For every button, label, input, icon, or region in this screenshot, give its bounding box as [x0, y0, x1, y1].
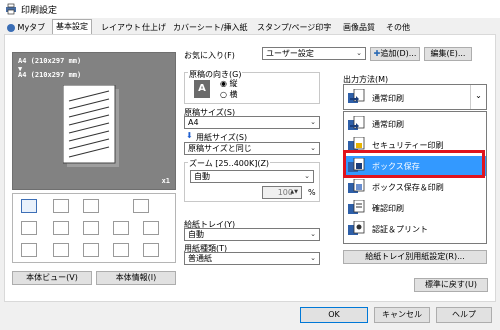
help-button[interactable]: ヘルプ — [436, 307, 492, 323]
dropdown-item-label: 認証＆プリント — [372, 225, 428, 234]
proof-print-icon — [348, 200, 365, 214]
dropdown-item-auth-print[interactable]: 認証＆プリント — [344, 219, 486, 239]
finisher-icon[interactable] — [21, 243, 37, 257]
tab-basic[interactable]: 基本設定 — [52, 19, 92, 35]
device-info-button[interactable]: 本体情報(I) — [96, 271, 176, 285]
tray2-icon[interactable] — [53, 221, 69, 235]
tab-label: 基本設定 — [56, 22, 88, 31]
printer-icon — [6, 3, 16, 15]
page-preview: A4 (210x297 mm) ▼ A4 (210x297 mm) x1 — [12, 52, 176, 190]
chevron-down-icon: ⌄ — [356, 49, 362, 57]
device-view-button[interactable]: 本体ビュー(V) — [12, 271, 92, 285]
tab-cover-sheet[interactable]: カバーシート/挿入紙 — [170, 21, 251, 34]
document-preview-icon — [63, 85, 119, 167]
paper-type-select[interactable]: 普通紙 ⌄ — [184, 252, 320, 265]
tray4-icon[interactable] — [113, 221, 129, 235]
tab-label: スタンプ/ページ印字 — [257, 23, 332, 32]
account-icon[interactable] — [83, 243, 99, 257]
output-method-select[interactable]: 通常印刷 ⌄ — [343, 84, 487, 110]
box-save-print-icon — [348, 179, 365, 193]
chevron-down-icon: ⌄ — [310, 230, 316, 238]
radio-checked-icon: ◉ — [220, 79, 227, 88]
down-arrow-icon: ⬇ — [186, 131, 193, 140]
tab-layout[interactable]: レイアウト — [98, 21, 144, 34]
tab-label: カバーシート/挿入紙 — [173, 23, 248, 32]
favorites-select[interactable]: ユーザー設定 ⌄ — [262, 47, 366, 60]
zoom-number-input[interactable]: 100 ▲▼ — [262, 186, 302, 199]
zoom-value: 自動 — [194, 172, 210, 181]
punch-icon[interactable] — [83, 199, 99, 213]
portrait-label: 縦 — [229, 79, 238, 88]
tray-paper-settings-button[interactable]: 給紙トレイ別用紙設定(R)... — [343, 250, 487, 264]
favorites-value: ユーザー設定 — [266, 49, 314, 58]
copies-indicator: x1 — [161, 177, 170, 185]
radio-unchecked-icon: ○ — [220, 90, 227, 99]
title-bar: 印刷設定 — [0, 0, 500, 18]
tab-image-quality[interactable]: 画像品質 — [340, 21, 378, 34]
dropdown-item-label: ボックス保存＆印刷 — [372, 183, 444, 192]
landscape-radio[interactable]: ○ 横 — [220, 89, 238, 100]
person-icon — [7, 23, 15, 32]
orientation-a-icon: A — [194, 80, 210, 98]
chevron-down-icon: ⌄ — [310, 254, 316, 262]
tray-value: 自動 — [188, 230, 204, 239]
output-method-value: 通常印刷 — [372, 94, 404, 103]
add-favorite-label: 追加(D)... — [380, 49, 417, 58]
zoom-unit: % — [308, 188, 316, 197]
staple-icon[interactable] — [53, 199, 69, 213]
zoom-label: ズーム [25..400K](Z) — [188, 158, 271, 169]
paper-type-value: 普通紙 — [188, 254, 212, 263]
fold-icon[interactable] — [133, 199, 149, 213]
spinner-icon: ▲▼ — [290, 189, 298, 195]
zoom-select[interactable]: 自動 ⌄ — [190, 170, 314, 183]
chevron-down-icon: ⌄ — [310, 144, 316, 152]
chevron-down-icon: ⌄ — [304, 172, 310, 180]
chevron-down-icon: ⌄ — [310, 118, 316, 126]
output-tray-icon[interactable] — [21, 199, 37, 213]
normal-print-icon — [348, 116, 365, 130]
dropdown-item-box-save-print[interactable]: ボックス保存＆印刷 — [344, 177, 486, 197]
original-size-select[interactable]: A4 ⌄ — [184, 116, 320, 129]
tray3-icon[interactable] — [83, 221, 99, 235]
paper-size-select[interactable]: 原稿サイズと同じ ⌄ — [184, 142, 320, 155]
security-icon[interactable] — [113, 243, 129, 257]
tab-my[interactable]: Myタブ — [4, 21, 48, 34]
preview-paper-size: A4 (210x297 mm) — [18, 71, 82, 79]
preview-original-size: A4 (210x297 mm) — [18, 57, 82, 65]
normal-print-icon — [348, 89, 365, 103]
portrait-radio[interactable]: ◉ 縦 — [220, 78, 238, 89]
dropdown-item-label: 確認印刷 — [372, 204, 404, 213]
cancel-button[interactable]: キャンセル — [374, 307, 430, 323]
dropdown-item-normal-print[interactable]: 通常印刷 — [344, 114, 486, 134]
landscape-label: 横 — [229, 90, 238, 99]
tab-label: レイアウト — [101, 23, 141, 32]
original-size-value: A4 — [188, 118, 199, 127]
highlight-box — [343, 150, 485, 178]
tray-select[interactable]: 自動 ⌄ — [184, 228, 320, 241]
auth-print-icon — [348, 221, 365, 235]
tab-label: Myタブ — [17, 23, 46, 32]
tab-finishing[interactable]: 仕上げ — [139, 21, 169, 34]
dropdown-item-proof-print[interactable]: 確認印刷 — [344, 198, 486, 218]
favorites-label: お気に入り(F) — [184, 51, 235, 60]
window-title: 印刷設定 — [21, 6, 58, 16]
tab-label: その他 — [386, 23, 410, 32]
machine-options-grid — [12, 193, 176, 263]
dropdown-item-label: 通常印刷 — [372, 120, 404, 129]
tab-stamp[interactable]: スタンプ/ページ印字 — [254, 21, 334, 34]
reset-default-button[interactable]: 標準に戻す(U) — [414, 278, 488, 292]
edit-favorite-button[interactable]: 編集(E)... — [424, 47, 472, 61]
user-icon[interactable] — [53, 243, 69, 257]
tab-label: 画像品質 — [343, 23, 375, 32]
box-icon[interactable] — [143, 243, 159, 257]
tray5-icon[interactable] — [143, 221, 159, 235]
tab-label: 仕上げ — [142, 23, 166, 32]
add-favorite-button[interactable]: ✚追加(D)... — [370, 47, 420, 61]
chevron-down-icon[interactable]: ⌄ — [470, 85, 486, 109]
paper-size-value: 原稿サイズと同じ — [188, 144, 252, 153]
ok-button[interactable]: OK — [300, 307, 368, 323]
tray1-icon[interactable] — [21, 221, 37, 235]
tab-other[interactable]: その他 — [383, 21, 413, 34]
